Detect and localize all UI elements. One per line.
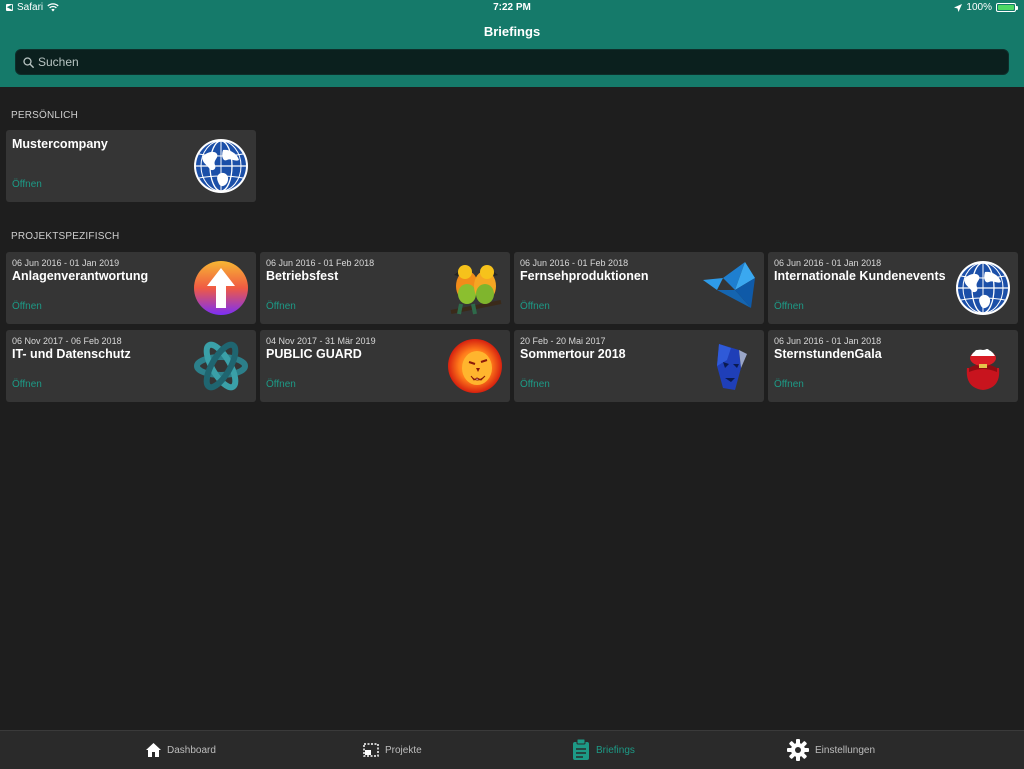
tab-label: Briefings: [596, 744, 635, 756]
arrow-up-circle-icon: [193, 260, 249, 316]
card-title: Mustercompany: [12, 137, 108, 151]
briefing-card[interactable]: 20 Feb - 20 Mai 2017 Sommertour 2018 Öffne…: [514, 330, 764, 402]
section-title-personal: PERSÖNLICH: [11, 110, 79, 121]
briefing-card[interactable]: 06 Jun 2016 - 01 Jan 2018 Internationale …: [768, 252, 1018, 324]
page-title: Briefings: [483, 24, 541, 39]
status-time: 7:22 PM: [493, 2, 531, 13]
card-title: Sommertour 2018: [520, 347, 626, 361]
status-bar: ◀ Safari 7:22 PM 100%: [0, 0, 1024, 16]
battery-icon: [996, 3, 1018, 12]
card-title: Internationale Kundenevents: [774, 269, 946, 283]
open-link[interactable]: Öffnen: [266, 379, 296, 390]
briefing-card[interactable]: 06 Jun 2016 - 01 Jan 2019 Anlagenverantwo…: [6, 252, 256, 324]
card-date-range: 20 Feb - 20 Mai 2017: [520, 336, 606, 346]
projects-icon: [363, 743, 379, 757]
section-title-project: PROJEKTSPEZIFISCH: [11, 231, 120, 242]
mask-icon: [701, 338, 757, 394]
open-link[interactable]: Öffnen: [774, 379, 804, 390]
tab-briefings[interactable]: Briefings: [572, 731, 635, 769]
card-date-range: 06 Jun 2016 - 01 Feb 2018: [266, 258, 375, 268]
open-link[interactable]: Öffnen: [520, 379, 550, 390]
card-title: Fernsehproduktionen: [520, 269, 649, 283]
card-title: Anlagenverantwortung: [12, 269, 149, 283]
tab-projekte[interactable]: Projekte: [363, 731, 422, 769]
card-date-range: 06 Jun 2016 - 01 Jan 2018: [774, 336, 882, 346]
card-title: SternstundenGala: [774, 347, 882, 361]
briefing-card[interactable]: 04 Nov 2017 - 31 Mär 2019 PUBLIC GUARD Öff…: [260, 330, 510, 402]
tab-label: Dashboard: [167, 744, 216, 756]
gift-sack-icon: [955, 338, 1011, 394]
parrots-icon: [447, 260, 503, 316]
briefing-card[interactable]: Mustercompany Öffnen: [6, 130, 256, 202]
battery-percent: 100%: [966, 2, 992, 13]
open-link[interactable]: Öffnen: [266, 301, 296, 312]
globe-icon: [955, 260, 1011, 316]
globe-icon: [193, 138, 249, 194]
briefing-card[interactable]: 06 Jun 2016 - 01 Feb 2018 Fernsehprodukti…: [514, 252, 764, 324]
search-input[interactable]: [38, 50, 988, 74]
status-bar-right: 100%: [954, 2, 1018, 13]
open-link[interactable]: Öffnen: [12, 179, 42, 190]
briefing-card[interactable]: 06 Jun 2016 - 01 Jan 2018 SternstundenGal…: [768, 330, 1018, 402]
card-title: PUBLIC GUARD: [266, 347, 362, 361]
origami-bird-icon: [701, 260, 757, 316]
tab-dashboard[interactable]: Dashboard: [146, 731, 216, 769]
location-arrow-icon: [954, 3, 963, 12]
open-link[interactable]: Öffnen: [774, 301, 804, 312]
header: ◀ Safari 7:22 PM 100% Briefings: [0, 0, 1024, 87]
clipboard-icon: [572, 739, 590, 761]
card-title: Betriebsfest: [266, 269, 339, 283]
home-icon: [146, 743, 161, 757]
card-date-range: 06 Jun 2016 - 01 Jan 2018: [774, 258, 882, 268]
search-bar[interactable]: [15, 49, 1009, 75]
battery-level: [998, 5, 1014, 10]
card-date-range: 06 Jun 2016 - 01 Feb 2018: [520, 258, 629, 268]
knot-icon: [193, 338, 249, 394]
briefing-card[interactable]: 06 Jun 2016 - 01 Feb 2018 Betriebsfest Öff…: [260, 252, 510, 324]
open-link[interactable]: Öffnen: [12, 301, 42, 312]
tab-label: Projekte: [385, 744, 422, 756]
card-date-range: 06 Nov 2017 - 06 Feb 2018: [12, 336, 122, 346]
gear-icon: [787, 739, 809, 761]
open-link[interactable]: Öffnen: [12, 379, 42, 390]
tab-label: Einstellungen: [815, 744, 876, 756]
card-title: IT- und Datenschutz: [12, 347, 131, 361]
card-date-range: 06 Jun 2016 - 01 Jan 2019: [12, 258, 120, 268]
card-date-range: 04 Nov 2017 - 31 Mär 2019: [266, 336, 376, 346]
lion-icon: [447, 338, 503, 394]
open-link[interactable]: Öffnen: [520, 301, 550, 312]
briefing-card[interactable]: 06 Nov 2017 - 06 Feb 2018 IT- und Datensc…: [6, 330, 256, 402]
tab-einstellungen[interactable]: Einstellungen: [787, 731, 875, 769]
search-icon: [23, 57, 34, 68]
tab-bar: Dashboard Projekte Briefings Einstellungen: [0, 730, 1024, 769]
